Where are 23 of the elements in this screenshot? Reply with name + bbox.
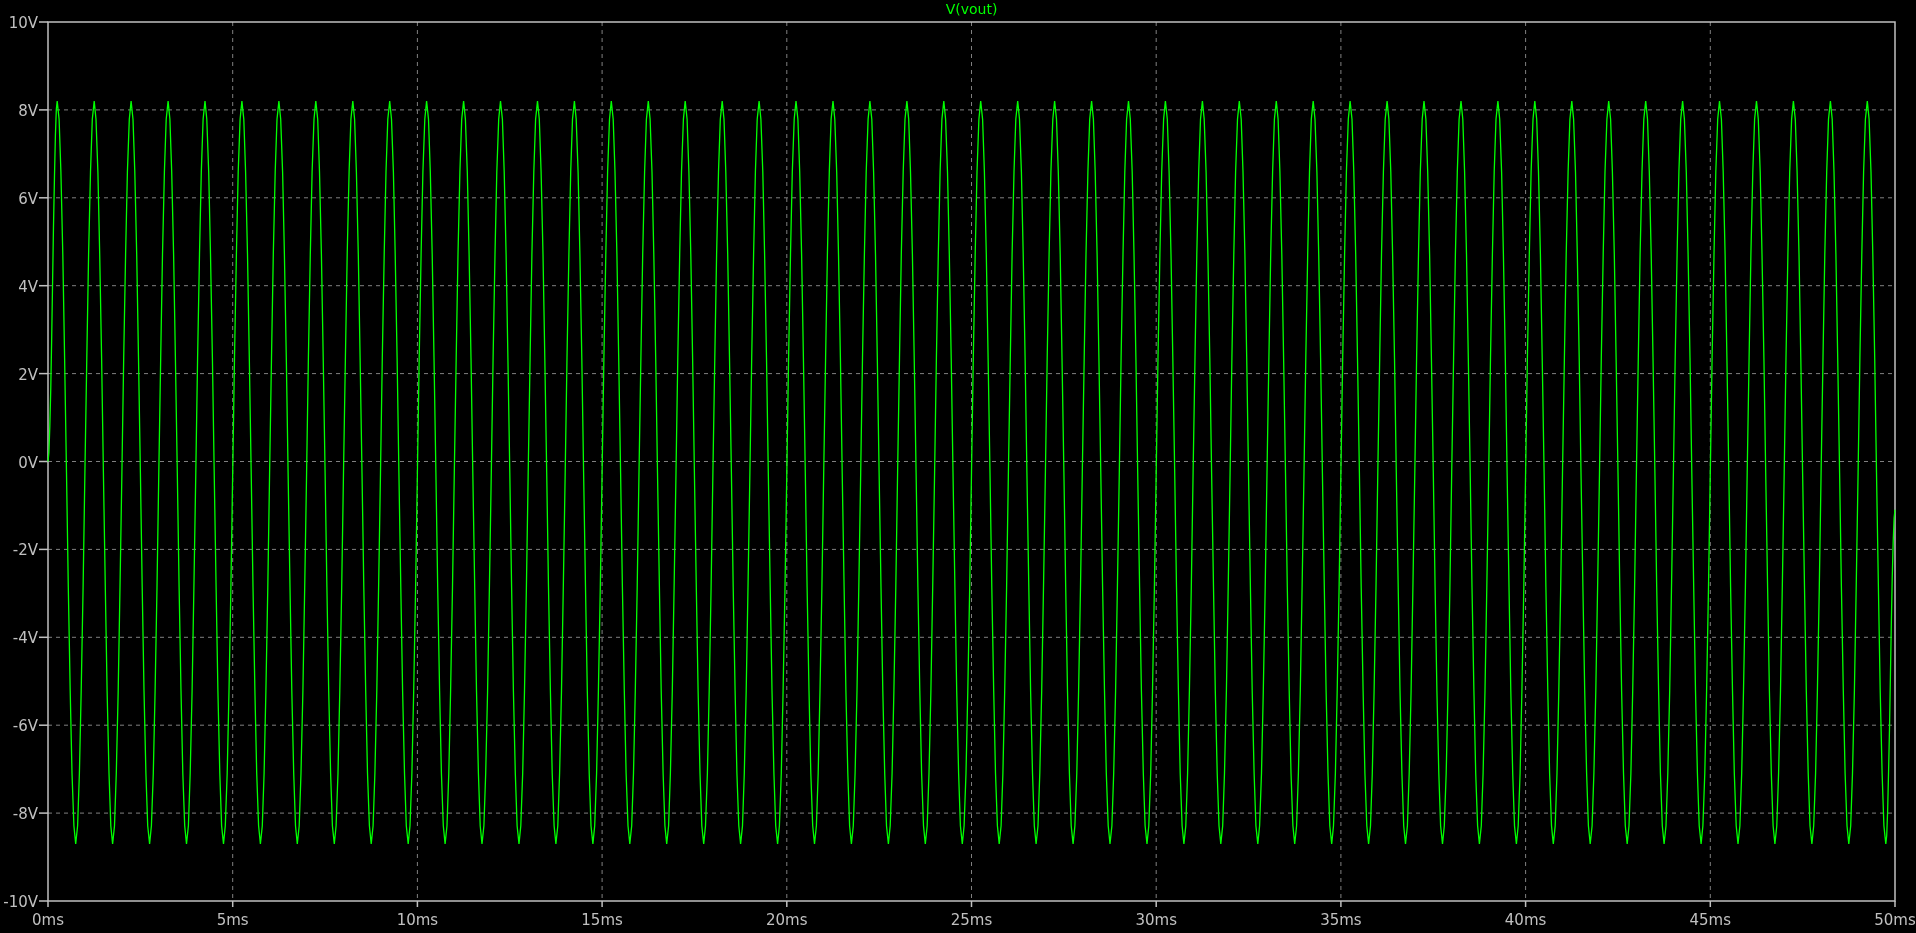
x-tick-label: 0ms	[32, 911, 64, 929]
y-tick-label: 4V	[18, 277, 38, 296]
x-tick-label: 45ms	[1689, 911, 1732, 929]
y-tick-label: 6V	[18, 189, 38, 208]
x-tick-label: 15ms	[581, 911, 623, 929]
x-tick-label: 5ms	[216, 911, 249, 929]
y-tick-label: -2V	[12, 541, 38, 560]
y-tick-label: 2V	[18, 365, 38, 384]
y-tick-label: -4V	[12, 629, 38, 648]
y-tick-label: 8V	[18, 101, 38, 120]
y-tick-label: -8V	[12, 805, 38, 824]
x-tick-label: 35ms	[1320, 911, 1362, 929]
y-tick-label: 10V	[8, 14, 38, 32]
x-tick-label: 10ms	[396, 911, 439, 929]
trace-label: V(vout)	[945, 1, 998, 17]
x-tick-label: 20ms	[766, 911, 808, 929]
y-tick-label: -6V	[12, 717, 38, 736]
x-tick-label: 40ms	[1504, 911, 1547, 929]
x-tick-label: 30ms	[1135, 911, 1177, 929]
y-tick-label: 0V	[18, 453, 38, 472]
x-tick-label: 50ms	[1874, 911, 1916, 929]
x-tick-label: 25ms	[950, 911, 993, 929]
y-tick-label: -10V	[3, 893, 38, 911]
